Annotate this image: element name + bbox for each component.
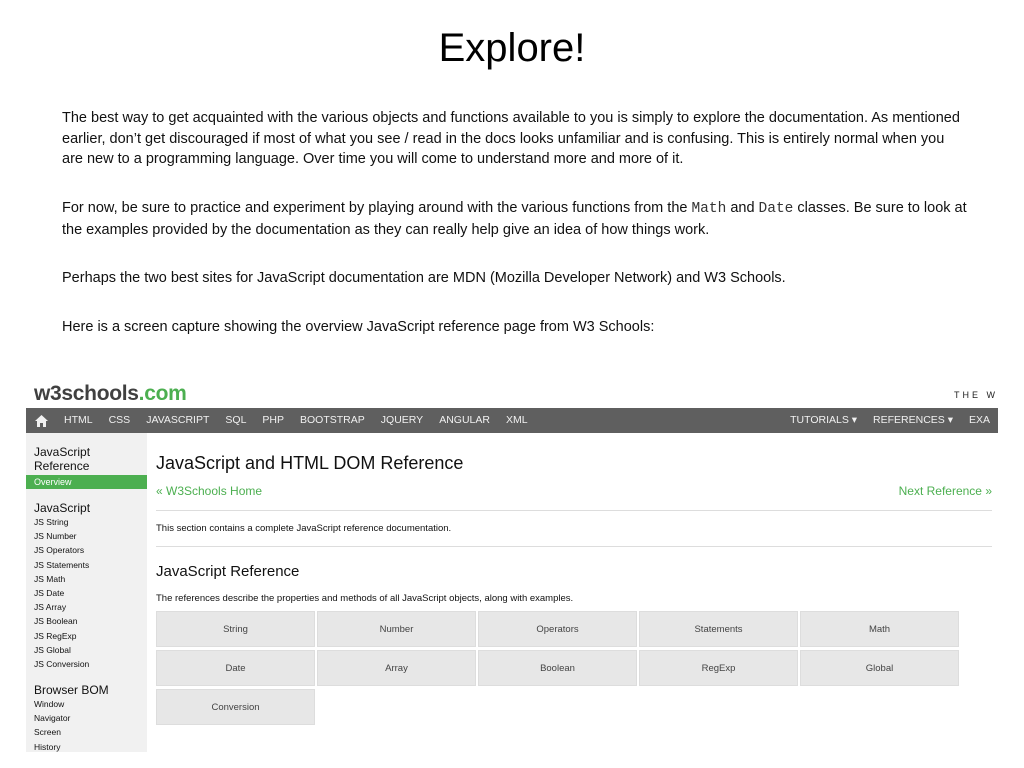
nav-item-xml[interactable]: XML [498, 408, 536, 433]
sidebar-item-js-global[interactable]: JS Global [26, 643, 147, 657]
divider [156, 510, 992, 511]
logo-tld: .com [138, 382, 187, 405]
sidebar-item-js-array[interactable]: JS Array [26, 600, 147, 614]
reference-button-conversion[interactable]: Conversion [156, 689, 315, 725]
nav-item-bootstrap[interactable]: BOOTSTRAP [292, 408, 373, 433]
nav-item-css[interactable]: CSS [101, 408, 139, 433]
sidebar-item-js-conversion[interactable]: JS Conversion [26, 657, 147, 671]
code-date: Date [758, 201, 794, 217]
nav-item-jquery[interactable]: JQUERY [373, 408, 431, 433]
sidebar-item-navigator[interactable]: Navigator [26, 711, 147, 725]
section-title: JavaScript Reference [156, 563, 300, 580]
reference-button-number[interactable]: Number [317, 611, 476, 647]
paragraph-explore-docs: The best way to get acquainted with the … [62, 110, 960, 167]
section-description: The references describe the properties a… [156, 593, 574, 604]
sidebar-item-window[interactable]: Window [26, 697, 147, 711]
reference-button-regexp[interactable]: RegExp [639, 650, 798, 686]
logo-main: w3schools [34, 382, 139, 405]
reference-button-statements[interactable]: Statements [639, 611, 798, 647]
reference-button-global[interactable]: Global [800, 650, 959, 686]
w3schools-screenshot: w3schools.com THE W HTML CSS JAVASCRIPT SQL… [26, 378, 998, 752]
reference-button-string[interactable]: String [156, 611, 315, 647]
nav-item-sql[interactable]: SQL [217, 408, 254, 433]
paragraph-practice: For now, be sure to practice and experim… [62, 198, 967, 240]
sidebar-item-js-operators[interactable]: JS Operators [26, 543, 147, 557]
paragraph-best-sites: Perhaps the two best sites for JavaScrip… [62, 270, 786, 286]
slide: Explore! The best way to get acquainted … [0, 0, 1024, 768]
reference-button-math[interactable]: Math [800, 611, 959, 647]
slide-title: Explore! [438, 26, 586, 70]
divider [156, 546, 992, 547]
reference-button-boolean[interactable]: Boolean [478, 650, 637, 686]
paragraph-practice-and: and [726, 200, 759, 216]
paragraph-screen-capture: Here is a screen capture showing the ove… [62, 319, 655, 335]
sidebar-item-js-number[interactable]: JS Number [26, 529, 147, 543]
next-reference-link[interactable]: Next Reference » [899, 484, 992, 498]
nav-item-php[interactable]: PHP [254, 408, 292, 433]
sidebar-item-js-regexp[interactable]: JS RegExp [26, 629, 147, 643]
sidebar-list-browser-bom: Window Navigator Screen History [26, 697, 147, 752]
sidebar-section-browser-bom: Browser BOM [34, 683, 109, 698]
sidebar-list-javascript: JS String JS Number JS Operators JS Stateme… [26, 515, 147, 671]
nav-left: HTML CSS JAVASCRIPT SQL PHP BOOTSTRAP JQUERY AN… [26, 408, 536, 433]
sidebar-item-overview[interactable]: Overview [26, 475, 147, 489]
intro-text: This section contains a complete JavaScr… [156, 523, 452, 534]
nav-item-exa[interactable]: EXA [961, 408, 998, 433]
main-content: JavaScript and HTML DOM Reference « W3Sc… [156, 433, 992, 752]
nav-item-references[interactable]: REFERENCES ▾ [865, 408, 961, 433]
nav-item-tutorials[interactable]: TUTORIALS ▾ [782, 408, 865, 433]
home-icon[interactable] [26, 408, 56, 433]
w3schools-logo[interactable]: w3schools.com [34, 382, 187, 406]
sidebar-item-screen[interactable]: Screen [26, 725, 147, 739]
sidebar: JavaScript Reference Overview JavaScript… [26, 433, 147, 752]
sidebar-item-js-statements[interactable]: JS Statements [26, 558, 147, 572]
reference-button-operators[interactable]: Operators [478, 611, 637, 647]
paragraph-practice-text-1: For now, be sure to practice and experim… [62, 200, 692, 216]
tagline: THE W [954, 390, 998, 400]
reference-button-date[interactable]: Date [156, 650, 315, 686]
nav-item-angular[interactable]: ANGULAR [431, 408, 498, 433]
reference-button-array[interactable]: Array [317, 650, 476, 686]
sidebar-item-history[interactable]: History [26, 740, 147, 752]
nav-right: TUTORIALS ▾ REFERENCES ▾ EXA [782, 408, 998, 433]
sidebar-item-js-string[interactable]: JS String [26, 515, 147, 529]
sidebar-heading: JavaScript Reference [34, 445, 91, 473]
home-link[interactable]: « W3Schools Home [156, 484, 262, 498]
reference-button-grid: String Number Operators Statements Math Date A… [156, 611, 962, 725]
top-navbar: HTML CSS JAVASCRIPT SQL PHP BOOTSTRAP JQUERY AN… [26, 408, 998, 433]
sidebar-item-js-date[interactable]: JS Date [26, 586, 147, 600]
sidebar-item-js-math[interactable]: JS Math [26, 572, 147, 586]
nav-item-javascript[interactable]: JAVASCRIPT [138, 408, 217, 433]
nav-item-html[interactable]: HTML [56, 408, 101, 433]
code-math: Math [691, 201, 727, 217]
page-title: JavaScript and HTML DOM Reference [156, 453, 464, 473]
sidebar-item-js-boolean[interactable]: JS Boolean [26, 614, 147, 628]
sidebar-section-javascript: JavaScript [34, 501, 91, 515]
